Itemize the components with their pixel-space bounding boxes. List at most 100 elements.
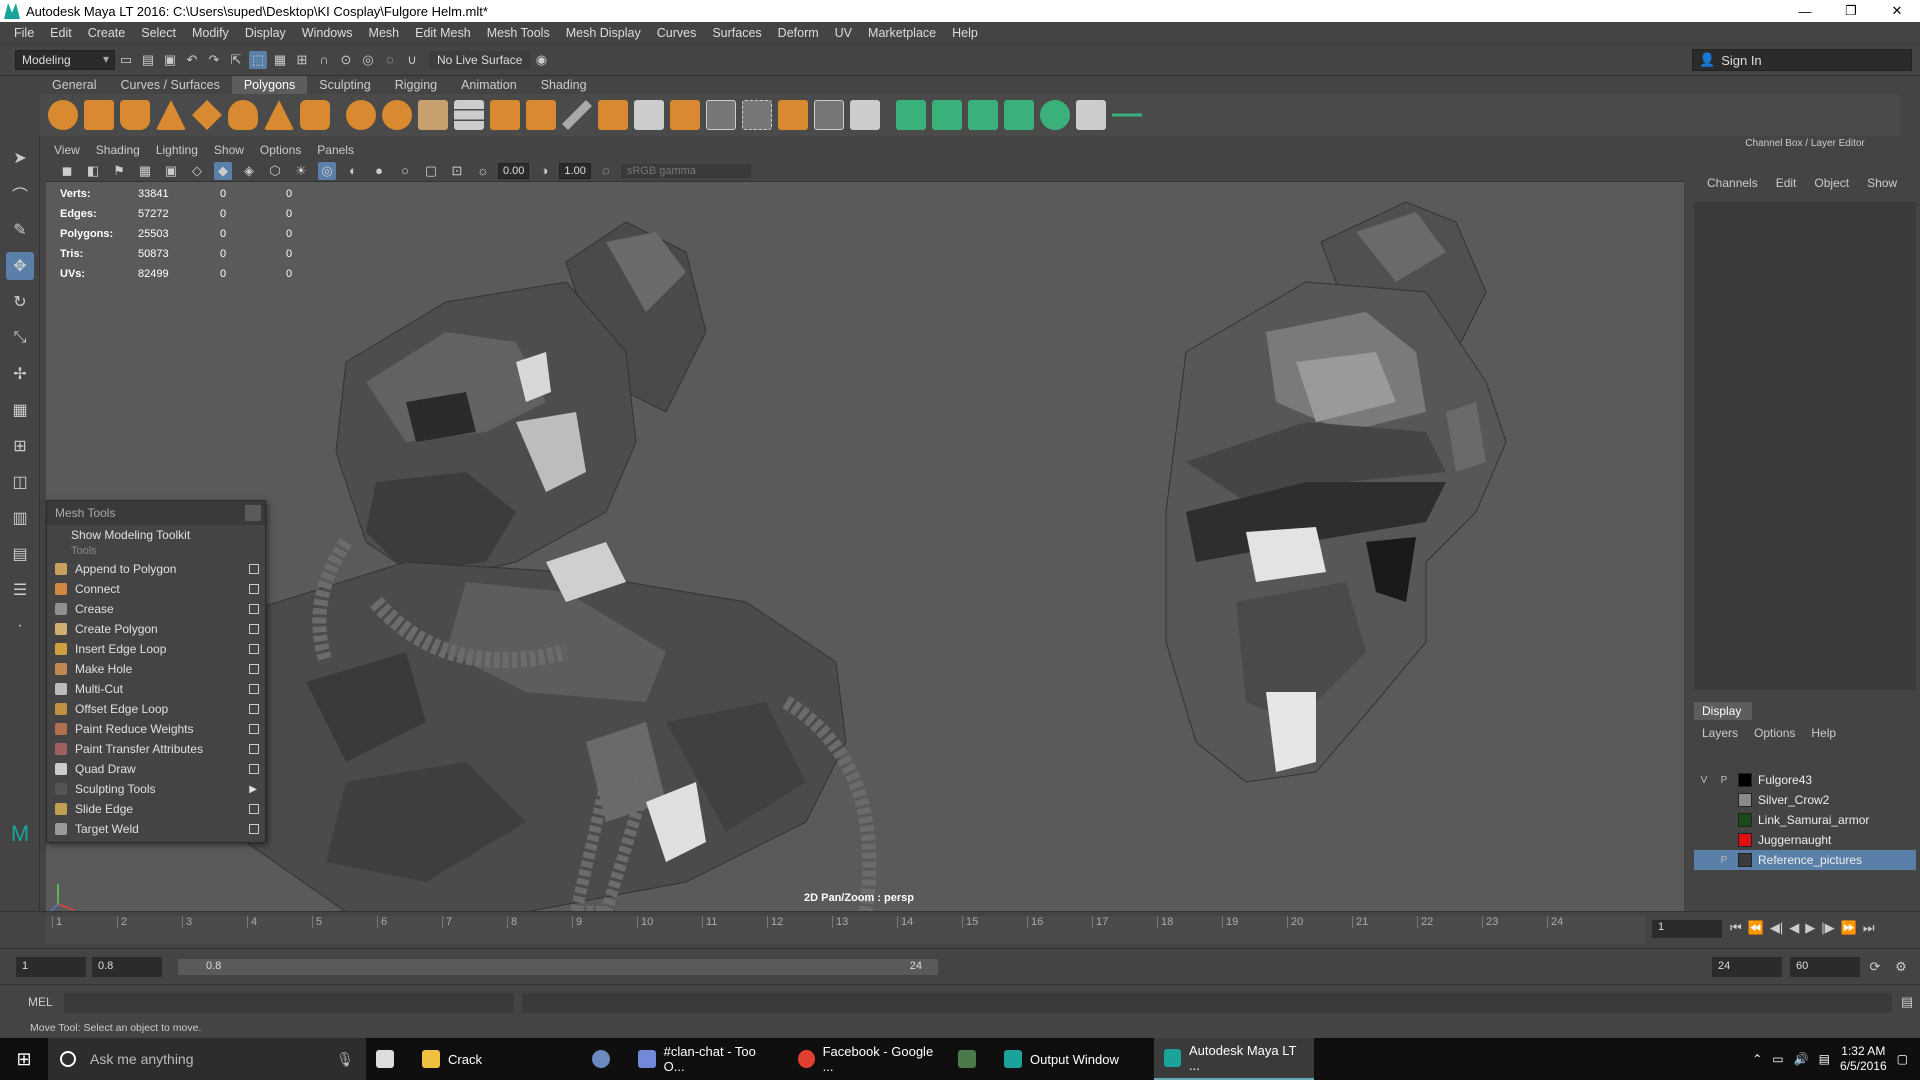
lights-icon[interactable]: ☀ bbox=[292, 162, 310, 180]
menu-item-connect[interactable]: Connect bbox=[47, 579, 265, 599]
menu-uv[interactable]: UV bbox=[827, 26, 860, 40]
live-surface-field[interactable]: No Live Surface bbox=[429, 50, 531, 69]
script-editor-icon[interactable]: ▤ bbox=[1898, 993, 1916, 1011]
vp-menu-options[interactable]: Options bbox=[252, 143, 309, 159]
poly-pipe-icon[interactable] bbox=[300, 100, 330, 130]
lasso-tool-icon[interactable]: ⌒ bbox=[6, 180, 34, 208]
extract-icon[interactable] bbox=[418, 100, 448, 130]
option-box[interactable] bbox=[249, 584, 259, 594]
menu-item-paint-reduce-weights[interactable]: Paint Reduce Weights bbox=[47, 719, 265, 739]
tab-sculpting[interactable]: Sculpting bbox=[307, 76, 382, 94]
option-box[interactable] bbox=[249, 764, 259, 774]
snap-point-icon[interactable]: ⊙ bbox=[337, 51, 355, 69]
fill-hole-icon[interactable] bbox=[706, 100, 736, 130]
vp-menu-lighting[interactable]: Lighting bbox=[148, 143, 206, 159]
menu-item-insert-edge-loop[interactable]: Insert Edge Loop bbox=[47, 639, 265, 659]
exposure-field[interactable]: 0.00 bbox=[498, 162, 530, 179]
graph-layout-icon[interactable]: ▤ bbox=[6, 540, 34, 568]
menu-marketplace[interactable]: Marketplace bbox=[860, 26, 944, 40]
step-forward-icon[interactable]: |▶ bbox=[1821, 920, 1834, 936]
render-view-icon[interactable]: ◉ bbox=[532, 51, 550, 69]
exposure-icon[interactable]: ☼ bbox=[474, 162, 492, 180]
xray-icon[interactable]: ◈ bbox=[240, 162, 258, 180]
maximize-button[interactable]: ❐ bbox=[1828, 0, 1874, 22]
layer-color-swatch[interactable] bbox=[1738, 773, 1752, 787]
layer-row[interactable]: V P Fulgore43 bbox=[1694, 770, 1916, 790]
single-pane-icon[interactable]: ▦ bbox=[6, 396, 34, 424]
uv-unfold-icon[interactable] bbox=[1040, 100, 1070, 130]
menu-help[interactable]: Help bbox=[944, 26, 986, 40]
close-button[interactable]: ✕ bbox=[1874, 0, 1920, 22]
end-time-field[interactable]: 60 bbox=[1790, 957, 1860, 977]
poly-plane-icon[interactable] bbox=[192, 100, 222, 130]
option-box[interactable] bbox=[249, 684, 259, 694]
auto-key-icon[interactable]: ⚙ bbox=[1892, 958, 1910, 976]
menu-item-slide-edge[interactable]: Slide Edge bbox=[47, 799, 265, 819]
snap-surface-icon[interactable]: ◌ bbox=[381, 51, 399, 69]
option-box[interactable] bbox=[249, 744, 259, 754]
camera-attr-icon[interactable]: ◧ bbox=[84, 162, 102, 180]
option-box[interactable] bbox=[249, 624, 259, 634]
isolate-select-icon[interactable]: ◎ bbox=[318, 161, 336, 180]
bookmark-icon[interactable]: ⚑ bbox=[110, 162, 128, 180]
channel-box-area[interactable] bbox=[1694, 202, 1916, 690]
perspective-viewport[interactable]: Verts: 33841 0 0 Edges: 57272 0 0 Polygons: 255… bbox=[46, 182, 1684, 912]
option-box[interactable] bbox=[249, 564, 259, 574]
menu-item-make-hole[interactable]: Make Hole bbox=[47, 659, 265, 679]
new-scene-icon[interactable]: ▭ bbox=[117, 51, 135, 69]
mel-input[interactable] bbox=[64, 993, 514, 1013]
antialias-icon[interactable]: ○ bbox=[396, 162, 414, 180]
menu-item-paint-transfer-attributes[interactable]: Paint Transfer Attributes bbox=[47, 739, 265, 759]
layer-color-swatch[interactable] bbox=[1738, 833, 1752, 847]
camera-select-icon[interactable]: ◼ bbox=[58, 162, 76, 180]
save-scene-icon[interactable]: ▣ bbox=[161, 51, 179, 69]
menu-edit-mesh[interactable]: Edit Mesh bbox=[407, 26, 479, 40]
wireframe-icon[interactable]: ◇ bbox=[188, 162, 206, 180]
menu-item-append-to-polygon[interactable]: Append to Polygon bbox=[47, 559, 265, 579]
smooth-shade-icon[interactable]: ◆ bbox=[214, 161, 232, 180]
close-menu-button[interactable] bbox=[245, 505, 261, 521]
range-slider-bar[interactable]: 0.8 24 bbox=[178, 959, 938, 975]
uv-planar-icon[interactable] bbox=[896, 100, 926, 130]
extrude-icon[interactable] bbox=[598, 100, 628, 130]
chevron-up-icon[interactable]: ⌃ bbox=[1752, 1052, 1762, 1066]
grid-toggle-icon[interactable]: ▦ bbox=[136, 162, 154, 180]
paint-select-icon[interactable]: ✎ bbox=[6, 216, 34, 244]
sign-in-field[interactable]: 👤 Sign In bbox=[1692, 49, 1912, 71]
poly-sphere-icon[interactable] bbox=[48, 100, 78, 130]
poly-torus-icon[interactable] bbox=[228, 100, 258, 130]
tab-polygons[interactable]: Polygons bbox=[231, 76, 308, 94]
combine-icon[interactable] bbox=[346, 100, 376, 130]
snap-grid-icon[interactable]: ⊞ bbox=[293, 51, 311, 69]
menu-item-quad-draw[interactable]: Quad Draw bbox=[47, 759, 265, 779]
shadows-icon[interactable]: ◐ bbox=[344, 162, 362, 180]
select-component-icon[interactable]: ▦ bbox=[271, 51, 289, 69]
step-back-key-icon[interactable]: ⏪ bbox=[1748, 920, 1764, 936]
option-box[interactable] bbox=[249, 604, 259, 614]
layer-menu-help[interactable]: Help bbox=[1803, 726, 1844, 740]
tab-curves-surfaces[interactable]: Curves / Surfaces bbox=[108, 76, 231, 94]
show-modeling-toolkit-item[interactable]: Show Modeling Toolkit bbox=[47, 525, 265, 545]
scale-tool-icon[interactable]: ⤡ bbox=[6, 324, 34, 352]
side-by-side-icon[interactable]: ◫ bbox=[6, 468, 34, 496]
film-gate-icon[interactable]: ▣ bbox=[162, 162, 180, 180]
open-scene-icon[interactable]: ▤ bbox=[139, 51, 157, 69]
rotate-tool-icon[interactable]: ↻ bbox=[6, 288, 34, 316]
menu-item-offset-edge-loop[interactable]: Offset Edge Loop bbox=[47, 699, 265, 719]
start-time-field[interactable]: 1 bbox=[16, 957, 86, 977]
select-hierarchy-icon[interactable]: ⇱ bbox=[227, 51, 245, 69]
menu-edit[interactable]: Edit bbox=[42, 26, 80, 40]
action-center-icon[interactable]: ▢ bbox=[1897, 1052, 1908, 1066]
menu-modify[interactable]: Modify bbox=[184, 26, 237, 40]
anim-prefs-icon[interactable]: ⟳ bbox=[1866, 958, 1884, 976]
menu-item-multi-cut[interactable]: Multi-Cut bbox=[47, 679, 265, 699]
timeline-ruler[interactable]: 1 2 3 4 5 6 7 8 9 10 11 12 13 14 15 16 17 18 19 20 21 22 23 24 bbox=[46, 916, 1646, 944]
select-tool-icon[interactable]: ➤ bbox=[6, 144, 34, 172]
playback-end-field[interactable]: 24 bbox=[1712, 957, 1782, 977]
windows-start-icon[interactable]: ⊞ bbox=[0, 1038, 48, 1080]
image-plane-icon[interactable]: ⊡ bbox=[448, 162, 466, 180]
menu-curves[interactable]: Curves bbox=[649, 26, 705, 40]
uv-spherical-icon[interactable] bbox=[968, 100, 998, 130]
cb-menu-object[interactable]: Object bbox=[1805, 176, 1858, 190]
menu-file[interactable]: File bbox=[6, 26, 42, 40]
